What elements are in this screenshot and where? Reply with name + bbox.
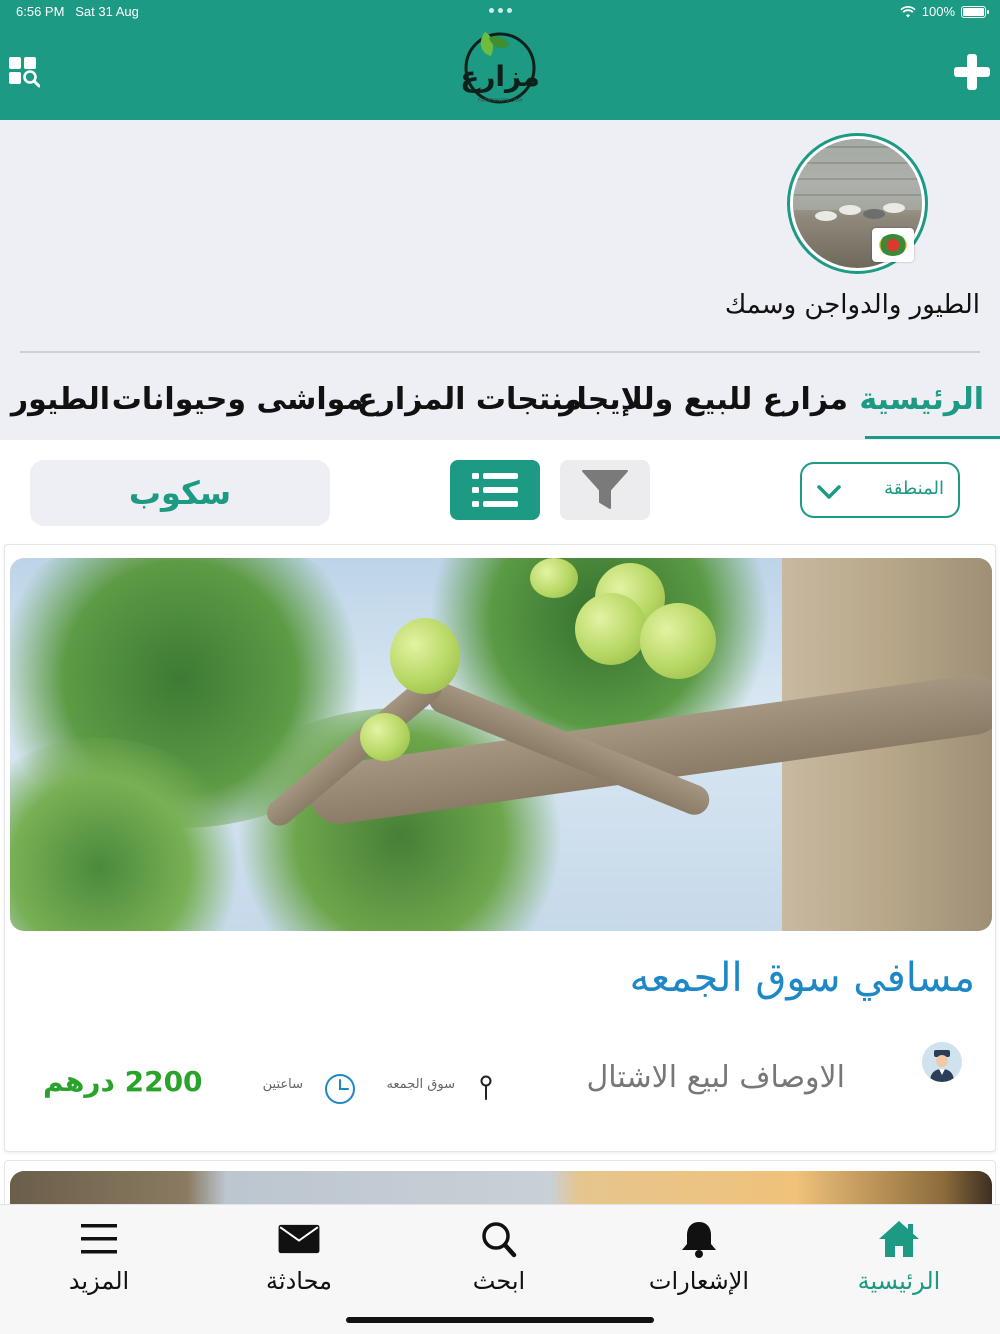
- app-logo: مزارع FARMSHOPS.COM: [455, 24, 545, 106]
- listing-description: الاوصاف لبيع الاشتال: [586, 1060, 845, 1095]
- tab-home[interactable]: الرئيسية: [859, 382, 984, 417]
- wifi-icon: [900, 5, 916, 17]
- multitask-dots-icon[interactable]: [489, 8, 512, 13]
- nav-notifications[interactable]: الإشعارات: [624, 1219, 774, 1299]
- list-icon: [472, 473, 518, 507]
- region-dropdown[interactable]: المنطقة: [800, 462, 960, 518]
- status-indicators: 100%: [900, 4, 989, 19]
- category-title: الطيور والدواجن وسمك: [724, 290, 980, 320]
- logo-wordmark: مزارع: [460, 60, 540, 93]
- home-indicator[interactable]: [346, 1317, 654, 1323]
- funnel-icon: [582, 470, 628, 509]
- nav-home[interactable]: الرئيسية: [824, 1219, 974, 1299]
- listing-title[interactable]: مسافي سوق الجمعه: [630, 955, 975, 1001]
- listing-feed[interactable]: مسافي سوق الجمعه الاوصاف لبيع الاشتال سو…: [0, 540, 1000, 1204]
- location-pin-icon: [480, 1075, 492, 1100]
- listing-photo[interactable]: [10, 558, 992, 931]
- tab-livestock[interactable]: مواشى وحيوانات: [112, 382, 364, 417]
- envelope-icon: [278, 1224, 320, 1254]
- listing-card[interactable]: مسافي سوق الجمعه الاوصاف لبيع الاشتال سو…: [4, 544, 996, 1152]
- grid-search-icon[interactable]: [8, 56, 40, 88]
- listing-time: ساعتين: [262, 1077, 303, 1092]
- active-tab-indicator: [865, 436, 1000, 439]
- filter-button[interactable]: [560, 460, 650, 520]
- tab-farms-sale-rent[interactable]: مزارع للبيع وللإيجار: [559, 382, 848, 417]
- nav-search-label: ابحث: [472, 1267, 526, 1295]
- nav-home-label: الرئيسية: [857, 1267, 941, 1295]
- tab-farm-products[interactable]: منتجات المزارع: [357, 382, 582, 417]
- top-header: 6:56 PM Sat 31 Aug 100% مزارع FARMSHOPS.…: [0, 0, 1000, 120]
- listing-location: سوق الجمعه: [386, 1077, 455, 1092]
- plus-icon[interactable]: [952, 52, 992, 92]
- clock-icon: [325, 1074, 355, 1104]
- battery-icon: [961, 5, 989, 18]
- nav-search[interactable]: ابحث: [424, 1219, 574, 1299]
- list-view-button[interactable]: [450, 460, 540, 520]
- region-dropdown-label: المنطقة: [884, 478, 944, 499]
- search-input[interactable]: سكوب: [30, 460, 330, 526]
- nav-chat[interactable]: محادثة: [224, 1219, 374, 1299]
- category-tabs: الرئيسية مزارع للبيع وللإيجار منتجات الم…: [0, 372, 1000, 440]
- listing-price: 2200 درهم: [43, 1065, 203, 1098]
- nav-more[interactable]: المزيد: [24, 1219, 174, 1299]
- menu-icon: [81, 1224, 117, 1254]
- battery-percent: 100%: [921, 4, 955, 19]
- listing-card[interactable]: [4, 1160, 996, 1204]
- logo-subtext: FARMSHOPS.COM: [478, 98, 522, 104]
- nav-notifications-label: الإشعارات: [648, 1267, 750, 1295]
- nav-chat-label: محادثة: [266, 1267, 332, 1295]
- status-date: Sat 31 Aug: [75, 4, 139, 19]
- seller-avatar[interactable]: [922, 1042, 962, 1082]
- bottom-tab-bar: الرئيسية الإشعارات ابحث محادثة المزيد: [0, 1204, 1000, 1334]
- chevron-down-icon: [817, 485, 841, 499]
- nav-more-label: المزيد: [68, 1267, 130, 1295]
- home-icon: [879, 1221, 919, 1257]
- search-icon: [482, 1222, 517, 1258]
- bell-icon: [682, 1222, 716, 1258]
- divider: [20, 351, 980, 353]
- filter-toolbar: المنطقة سكوب: [0, 440, 1000, 540]
- farm-logo-badge: [872, 228, 914, 262]
- status-time-date: 6:56 PM Sat 31 Aug: [16, 4, 139, 19]
- listing-photo[interactable]: [10, 1171, 992, 1204]
- tab-birds[interactable]: الطيور وا: [0, 382, 110, 417]
- search-input-value: سكوب: [128, 474, 232, 512]
- status-time: 6:56 PM: [16, 4, 65, 19]
